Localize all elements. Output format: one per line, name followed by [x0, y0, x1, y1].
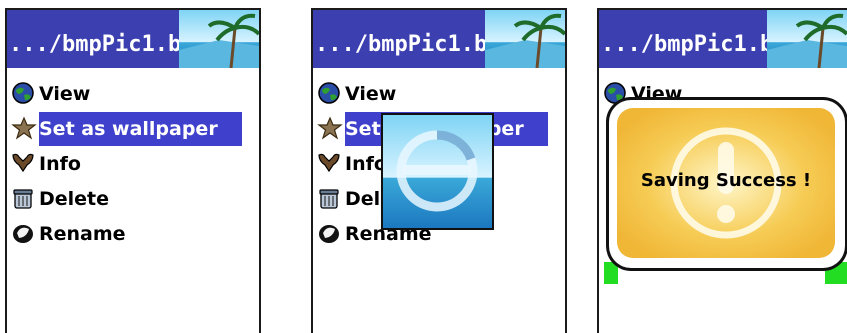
menu-item-label: Rename — [39, 222, 126, 245]
menu-item-view[interactable]: View — [313, 76, 565, 111]
title-bar: .../bmpPic1.bmp — [313, 10, 565, 68]
dialog-corner-left — [604, 262, 618, 284]
rename-icon — [317, 221, 345, 247]
dialog-body: Saving Success ! — [617, 108, 835, 258]
rename-icon — [11, 221, 39, 247]
phone-screen-2: .../bmpPic1.bmp View Set as wallpaper — [311, 8, 567, 333]
menu-item-view[interactable]: View — [7, 76, 259, 111]
options-menu: View Set as wallpaper Info Delete Rename — [7, 76, 259, 251]
menu-item-label: Delete — [39, 187, 110, 210]
image-thumbnail — [485, 10, 565, 68]
globe-icon — [11, 81, 39, 107]
star-icon — [11, 115, 39, 142]
file-title: .../bmpPic1.bmp — [9, 32, 208, 57]
title-bar: .../bmpPic1.bmp — [7, 10, 259, 68]
menu-item-label: Set as wallpaper — [39, 111, 242, 146]
star-icon — [317, 115, 345, 142]
image-thumbnail — [179, 10, 259, 68]
phone-screen-3: .../bmpPic1.bmp View Saving Success ! — [597, 8, 847, 333]
image-thumbnail — [767, 10, 847, 68]
menu-item-label: View — [39, 82, 91, 105]
success-dialog[interactable]: Saving Success ! — [609, 100, 845, 268]
menu-item-delete[interactable]: Delete — [7, 181, 259, 216]
loading-overlay — [381, 113, 494, 230]
file-title: .../bmpPic1.bmp — [315, 32, 514, 57]
info-icon — [11, 151, 39, 177]
trash-icon — [317, 186, 345, 212]
menu-item-rename[interactable]: Rename — [7, 216, 259, 251]
info-icon — [317, 151, 345, 177]
menu-item-label: View — [345, 82, 397, 105]
loading-spinner-icon — [383, 115, 492, 228]
menu-item-info[interactable]: Info — [7, 146, 259, 181]
menu-item-label: Info — [39, 152, 81, 175]
trash-icon — [11, 186, 39, 212]
globe-icon — [317, 81, 345, 107]
menu-item-set-wallpaper[interactable]: Set as wallpaper — [7, 111, 259, 146]
phone-screen-1: .../bmpPic1.bmp View Set as wallpaper In… — [5, 8, 261, 333]
title-bar: .../bmpPic1.bmp — [599, 10, 847, 68]
dialog-message: Saving Success ! — [640, 170, 812, 191]
